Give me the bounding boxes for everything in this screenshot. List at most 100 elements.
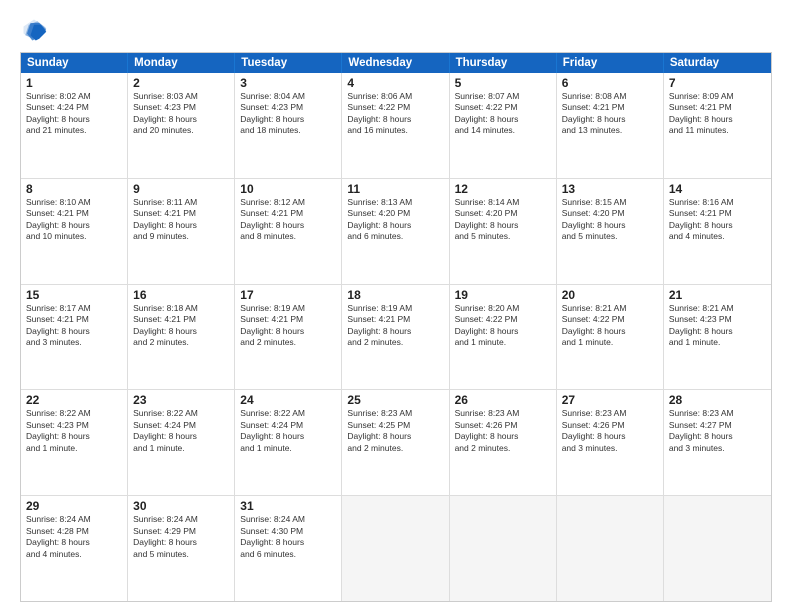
day-details: Sunrise: 8:07 AM Sunset: 4:22 PM Dayligh…: [455, 91, 551, 137]
table-row: 18Sunrise: 8:19 AM Sunset: 4:21 PM Dayli…: [342, 285, 449, 390]
day-number: 3: [240, 76, 336, 90]
header-wednesday: Wednesday: [342, 53, 449, 73]
day-number: 27: [562, 393, 658, 407]
header-saturday: Saturday: [664, 53, 771, 73]
day-number: 22: [26, 393, 122, 407]
day-details: Sunrise: 8:19 AM Sunset: 4:21 PM Dayligh…: [240, 303, 336, 349]
day-details: Sunrise: 8:12 AM Sunset: 4:21 PM Dayligh…: [240, 197, 336, 243]
header-sunday: Sunday: [21, 53, 128, 73]
table-row: 24Sunrise: 8:22 AM Sunset: 4:24 PM Dayli…: [235, 390, 342, 495]
table-row: 14Sunrise: 8:16 AM Sunset: 4:21 PM Dayli…: [664, 179, 771, 284]
logo-icon: [20, 16, 48, 44]
day-number: 23: [133, 393, 229, 407]
table-row: 9Sunrise: 8:11 AM Sunset: 4:21 PM Daylig…: [128, 179, 235, 284]
calendar-row: 1Sunrise: 8:02 AM Sunset: 4:24 PM Daylig…: [21, 73, 771, 178]
page: Sunday Monday Tuesday Wednesday Thursday…: [0, 0, 792, 612]
table-row: 13Sunrise: 8:15 AM Sunset: 4:20 PM Dayli…: [557, 179, 664, 284]
day-details: Sunrise: 8:22 AM Sunset: 4:24 PM Dayligh…: [240, 408, 336, 454]
day-details: Sunrise: 8:11 AM Sunset: 4:21 PM Dayligh…: [133, 197, 229, 243]
day-details: Sunrise: 8:21 AM Sunset: 4:23 PM Dayligh…: [669, 303, 766, 349]
table-row: 28Sunrise: 8:23 AM Sunset: 4:27 PM Dayli…: [664, 390, 771, 495]
table-row: 7Sunrise: 8:09 AM Sunset: 4:21 PM Daylig…: [664, 73, 771, 178]
table-row: 2Sunrise: 8:03 AM Sunset: 4:23 PM Daylig…: [128, 73, 235, 178]
day-number: 19: [455, 288, 551, 302]
day-details: Sunrise: 8:19 AM Sunset: 4:21 PM Dayligh…: [347, 303, 443, 349]
day-number: 29: [26, 499, 122, 513]
table-row: 11Sunrise: 8:13 AM Sunset: 4:20 PM Dayli…: [342, 179, 449, 284]
day-details: Sunrise: 8:18 AM Sunset: 4:21 PM Dayligh…: [133, 303, 229, 349]
day-details: Sunrise: 8:03 AM Sunset: 4:23 PM Dayligh…: [133, 91, 229, 137]
calendar-body: 1Sunrise: 8:02 AM Sunset: 4:24 PM Daylig…: [21, 73, 771, 601]
table-row: 29Sunrise: 8:24 AM Sunset: 4:28 PM Dayli…: [21, 496, 128, 601]
table-row: 1Sunrise: 8:02 AM Sunset: 4:24 PM Daylig…: [21, 73, 128, 178]
day-details: Sunrise: 8:08 AM Sunset: 4:21 PM Dayligh…: [562, 91, 658, 137]
day-number: 30: [133, 499, 229, 513]
table-row: 4Sunrise: 8:06 AM Sunset: 4:22 PM Daylig…: [342, 73, 449, 178]
day-details: Sunrise: 8:02 AM Sunset: 4:24 PM Dayligh…: [26, 91, 122, 137]
header-tuesday: Tuesday: [235, 53, 342, 73]
day-number: 28: [669, 393, 766, 407]
table-row: [664, 496, 771, 601]
table-row: 15Sunrise: 8:17 AM Sunset: 4:21 PM Dayli…: [21, 285, 128, 390]
table-row: 26Sunrise: 8:23 AM Sunset: 4:26 PM Dayli…: [450, 390, 557, 495]
table-row: 19Sunrise: 8:20 AM Sunset: 4:22 PM Dayli…: [450, 285, 557, 390]
calendar: Sunday Monday Tuesday Wednesday Thursday…: [20, 52, 772, 602]
day-number: 16: [133, 288, 229, 302]
day-number: 10: [240, 182, 336, 196]
day-details: Sunrise: 8:23 AM Sunset: 4:25 PM Dayligh…: [347, 408, 443, 454]
table-row: 21Sunrise: 8:21 AM Sunset: 4:23 PM Dayli…: [664, 285, 771, 390]
table-row: 10Sunrise: 8:12 AM Sunset: 4:21 PM Dayli…: [235, 179, 342, 284]
table-row: 22Sunrise: 8:22 AM Sunset: 4:23 PM Dayli…: [21, 390, 128, 495]
day-details: Sunrise: 8:24 AM Sunset: 4:28 PM Dayligh…: [26, 514, 122, 560]
calendar-row: 15Sunrise: 8:17 AM Sunset: 4:21 PM Dayli…: [21, 284, 771, 390]
day-details: Sunrise: 8:23 AM Sunset: 4:26 PM Dayligh…: [455, 408, 551, 454]
day-number: 2: [133, 76, 229, 90]
table-row: 31Sunrise: 8:24 AM Sunset: 4:30 PM Dayli…: [235, 496, 342, 601]
table-row: 20Sunrise: 8:21 AM Sunset: 4:22 PM Dayli…: [557, 285, 664, 390]
day-details: Sunrise: 8:22 AM Sunset: 4:24 PM Dayligh…: [133, 408, 229, 454]
day-number: 18: [347, 288, 443, 302]
day-number: 21: [669, 288, 766, 302]
day-number: 15: [26, 288, 122, 302]
table-row: 6Sunrise: 8:08 AM Sunset: 4:21 PM Daylig…: [557, 73, 664, 178]
calendar-row: 8Sunrise: 8:10 AM Sunset: 4:21 PM Daylig…: [21, 178, 771, 284]
day-number: 24: [240, 393, 336, 407]
day-number: 20: [562, 288, 658, 302]
header-friday: Friday: [557, 53, 664, 73]
table-row: 30Sunrise: 8:24 AM Sunset: 4:29 PM Dayli…: [128, 496, 235, 601]
day-number: 7: [669, 76, 766, 90]
day-number: 9: [133, 182, 229, 196]
day-number: 12: [455, 182, 551, 196]
day-number: 14: [669, 182, 766, 196]
calendar-row: 29Sunrise: 8:24 AM Sunset: 4:28 PM Dayli…: [21, 495, 771, 601]
day-details: Sunrise: 8:23 AM Sunset: 4:26 PM Dayligh…: [562, 408, 658, 454]
day-details: Sunrise: 8:17 AM Sunset: 4:21 PM Dayligh…: [26, 303, 122, 349]
table-row: 25Sunrise: 8:23 AM Sunset: 4:25 PM Dayli…: [342, 390, 449, 495]
day-details: Sunrise: 8:24 AM Sunset: 4:29 PM Dayligh…: [133, 514, 229, 560]
day-number: 17: [240, 288, 336, 302]
day-number: 4: [347, 76, 443, 90]
table-row: [450, 496, 557, 601]
day-number: 5: [455, 76, 551, 90]
table-row: 5Sunrise: 8:07 AM Sunset: 4:22 PM Daylig…: [450, 73, 557, 178]
day-details: Sunrise: 8:14 AM Sunset: 4:20 PM Dayligh…: [455, 197, 551, 243]
day-details: Sunrise: 8:24 AM Sunset: 4:30 PM Dayligh…: [240, 514, 336, 560]
day-number: 31: [240, 499, 336, 513]
calendar-row: 22Sunrise: 8:22 AM Sunset: 4:23 PM Dayli…: [21, 389, 771, 495]
day-number: 11: [347, 182, 443, 196]
day-details: Sunrise: 8:10 AM Sunset: 4:21 PM Dayligh…: [26, 197, 122, 243]
day-details: Sunrise: 8:23 AM Sunset: 4:27 PM Dayligh…: [669, 408, 766, 454]
table-row: [557, 496, 664, 601]
day-number: 8: [26, 182, 122, 196]
day-number: 25: [347, 393, 443, 407]
day-details: Sunrise: 8:13 AM Sunset: 4:20 PM Dayligh…: [347, 197, 443, 243]
day-details: Sunrise: 8:21 AM Sunset: 4:22 PM Dayligh…: [562, 303, 658, 349]
day-details: Sunrise: 8:09 AM Sunset: 4:21 PM Dayligh…: [669, 91, 766, 137]
day-details: Sunrise: 8:20 AM Sunset: 4:22 PM Dayligh…: [455, 303, 551, 349]
table-row: 17Sunrise: 8:19 AM Sunset: 4:21 PM Dayli…: [235, 285, 342, 390]
day-details: Sunrise: 8:04 AM Sunset: 4:23 PM Dayligh…: [240, 91, 336, 137]
day-number: 6: [562, 76, 658, 90]
day-number: 26: [455, 393, 551, 407]
header: [20, 16, 772, 44]
table-row: 8Sunrise: 8:10 AM Sunset: 4:21 PM Daylig…: [21, 179, 128, 284]
